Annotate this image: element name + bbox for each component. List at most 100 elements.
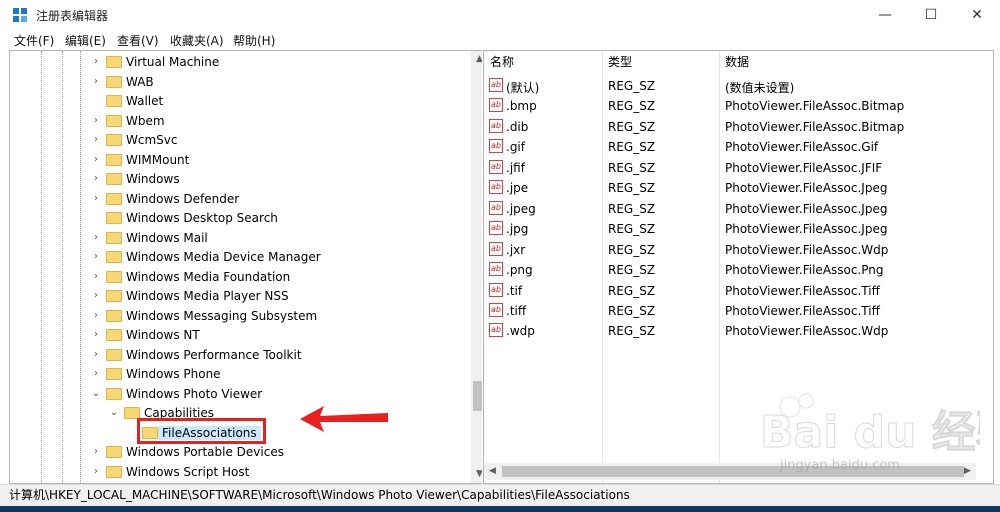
scroll-left-icon[interactable]: ◀ (484, 463, 501, 480)
scroll-down-icon[interactable]: ▼ (471, 466, 482, 483)
value-row[interactable]: ab .jpe REG_SZ PhotoViewer.FileAssoc.Jpeg (484, 178, 964, 198)
tree-item[interactable]: › Windows NT (10, 326, 462, 345)
chevron-down-icon[interactable]: ⌄ (108, 406, 120, 420)
chevron-right-icon[interactable]: › (90, 231, 102, 245)
column-header-data[interactable]: 数据 (719, 51, 979, 73)
value-type: REG_SZ (608, 303, 656, 318)
chevron-right-icon[interactable]: › (90, 465, 102, 479)
maximize-button[interactable]: ☐ (908, 0, 954, 30)
close-button[interactable]: ✕ (954, 0, 1000, 30)
string-value-icon: ab (489, 302, 503, 317)
tree-scroll-thumb[interactable] (473, 381, 482, 411)
menu-help[interactable]: 帮助(H) (233, 32, 275, 49)
tree-item[interactable]: › Windows Defender (10, 190, 462, 209)
column-header-name[interactable]: 名称 (484, 51, 602, 73)
tree-item[interactable]: › Windows Mail (10, 229, 462, 248)
tree-item-label: WcmSvc (126, 133, 178, 147)
chevron-right-icon[interactable]: › (90, 348, 102, 362)
folder-icon (106, 75, 122, 88)
tree-item-label: Windows Photo Viewer (126, 386, 263, 401)
chevron-right-icon[interactable]: › (90, 75, 102, 89)
value-row[interactable]: ab (默认) REG_SZ (数值未设置) (484, 76, 964, 96)
chevron-right-icon[interactable]: › (90, 328, 102, 342)
folder-icon (106, 465, 122, 478)
tree-item[interactable]: › Virtual Machine (10, 53, 462, 72)
chevron-right-icon[interactable]: › (90, 114, 102, 128)
status-path: 计算机\HKEY_LOCAL_MACHINE\SOFTWARE\Microsof… (9, 488, 630, 502)
tree-item[interactable]: › Windows Media Device Manager (10, 248, 462, 267)
menu-view[interactable]: 查看(V) (117, 32, 159, 49)
chevron-right-icon[interactable]: › (90, 289, 102, 303)
tree-item[interactable]: › Windows Phone (10, 365, 462, 384)
chevron-right-icon[interactable]: › (90, 309, 102, 323)
value-row[interactable]: ab .jfif REG_SZ PhotoViewer.FileAssoc.JFIF (484, 158, 964, 178)
tree-item[interactable]: › Windows (10, 170, 462, 189)
tree-item-label: Windows Media Player NSS (126, 289, 289, 303)
value-type: REG_SZ (608, 324, 656, 339)
value-row[interactable]: ab .wdp REG_SZ PhotoViewer.FileAssoc.Wdp (484, 321, 964, 341)
value-row[interactable]: ab .gif REG_SZ PhotoViewer.FileAssoc.Gif (484, 137, 964, 157)
string-value-icon: ab (489, 241, 503, 256)
chevron-right-icon[interactable]: › (90, 133, 102, 147)
string-value-icon: ab (489, 139, 503, 154)
tree-item[interactable]: Windows Desktop Search (10, 209, 462, 228)
tree-item-label: Wallet (126, 94, 164, 108)
scroll-up-icon[interactable]: ▲ (471, 51, 482, 68)
chevron-right-icon[interactable]: › (90, 250, 102, 264)
folder-icon (106, 192, 122, 205)
chevron-right-icon[interactable]: › (90, 367, 102, 381)
tree-item[interactable]: › Windows Portable Devices (10, 443, 462, 462)
minimize-button[interactable]: — (862, 0, 908, 30)
folder-icon (106, 348, 122, 361)
chevron-down-icon[interactable]: ⌄ (90, 387, 102, 401)
tree-item[interactable]: › WAB (10, 73, 462, 92)
value-row[interactable]: ab .tiff REG_SZ PhotoViewer.FileAssoc.Tiff (484, 301, 964, 321)
value-row[interactable]: ab .jxr REG_SZ PhotoViewer.FileAssoc.Wdp (484, 240, 964, 260)
menu-favorites[interactable]: 收藏夹(A) (170, 32, 224, 49)
value-name: .jfif (506, 160, 525, 175)
tree-item-label: Windows (126, 172, 180, 186)
chevron-right-icon[interactable]: › (90, 192, 102, 206)
tree-item[interactable]: › Windows Media Foundation (10, 268, 462, 287)
value-row[interactable]: ab .bmp REG_SZ PhotoViewer.FileAssoc.Bitmap (484, 96, 964, 116)
folder-icon (106, 309, 122, 322)
value-name: .wdp (506, 324, 535, 339)
column-header-type[interactable]: 类型 (602, 51, 719, 73)
chevron-right-icon[interactable]: › (90, 445, 102, 459)
value-name: .tiff (506, 303, 527, 318)
value-type: REG_SZ (608, 119, 656, 134)
value-type: REG_SZ (608, 242, 656, 257)
tree-item[interactable]: › Wbem (10, 112, 462, 131)
menu-edit[interactable]: 编辑(E) (65, 32, 106, 49)
tree-item[interactable]: ⌄ Windows Photo Viewer (10, 385, 462, 404)
tree-item[interactable]: › Windows Script Host (10, 463, 462, 482)
baidu-jingyan-watermark: Bai du 经验 jingyan.baidu.com (760, 393, 980, 473)
tree-item[interactable]: › Windows Performance Toolkit (10, 346, 462, 365)
value-row[interactable]: ab .tif REG_SZ PhotoViewer.FileAssoc.Tiff (484, 281, 964, 301)
value-row[interactable]: ab .png REG_SZ PhotoViewer.FileAssoc.Png (484, 260, 964, 280)
value-row[interactable]: ab .jpeg REG_SZ PhotoViewer.FileAssoc.Jpeg (484, 199, 964, 219)
chevron-right-icon[interactable]: › (90, 55, 102, 69)
tree-item[interactable]: › WIMMount (10, 151, 462, 170)
tree-item[interactable]: Wallet (10, 92, 462, 111)
chevron-right-icon[interactable]: › (90, 270, 102, 284)
tree-item-label: Virtual Machine (126, 55, 220, 69)
chevron-right-icon[interactable]: › (90, 172, 102, 186)
annotation-arrow-icon (300, 406, 388, 432)
watermark-url: jingyan.baidu.com (779, 458, 900, 473)
folder-icon (106, 329, 122, 341)
tree-vertical-scrollbar[interactable]: ▲ ▼ (471, 51, 482, 483)
menu-file[interactable]: 文件(F) (14, 32, 54, 49)
tree-item[interactable]: › Windows Media Player NSS (10, 287, 462, 306)
value-type: REG_SZ (608, 140, 656, 155)
chevron-right-icon[interactable]: › (90, 153, 102, 167)
tree-item[interactable]: › Windows Messaging Subsystem (10, 307, 462, 326)
tree-item-label: Windows NT (126, 328, 200, 342)
value-name: .jpg (506, 222, 529, 237)
folder-icon (106, 231, 122, 244)
string-value-icon: ab (489, 262, 503, 277)
tree-item-label: Windows Mail (126, 230, 208, 245)
tree-item[interactable]: › WcmSvc (10, 131, 462, 150)
value-row[interactable]: ab .dib REG_SZ PhotoViewer.FileAssoc.Bitmap (484, 117, 964, 137)
value-row[interactable]: ab .jpg REG_SZ PhotoViewer.FileAssoc.Jpeg (484, 219, 964, 239)
